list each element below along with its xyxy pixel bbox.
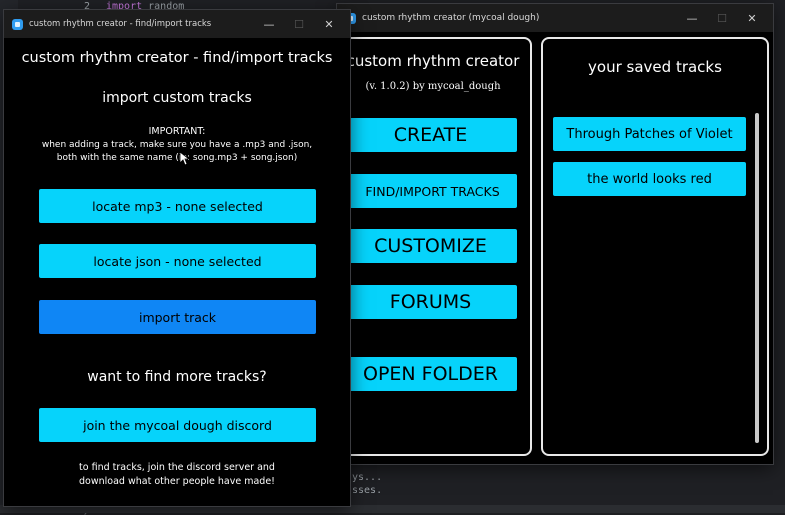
app-icon [12,18,23,30]
important-instruction: both with the same name (ie: song.mp3 + … [56,153,298,163]
app-title: custom rhythm creator [346,52,520,70]
close-icon[interactable]: ✕ [314,10,344,38]
footer-text: download what other people have made! [79,476,275,487]
find-import-tracks-button[interactable]: FIND/IMPORT TRACKS [348,174,517,208]
import-titlebar: custom rhythm creator - find/import trac… [4,10,350,38]
maximize-icon[interactable]: ☐ [707,4,737,32]
join-discord-button[interactable]: join the mycoal dough discord [39,408,316,442]
customize-button[interactable]: CUSTOMIZE [344,229,517,263]
locate-mp3-button[interactable]: locate mp3 - none selected [39,189,316,223]
console-output-line: ys... [352,472,383,483]
console-output-line: sses. [352,485,383,496]
import-track-button[interactable]: import track [39,300,316,334]
minimize-icon[interactable]: — [677,4,707,32]
main-menu-window: custom rhythm creator (mycoal dough) — ☐… [334,4,773,464]
menu-panel: custom rhythm creator (v. 1.0.2) by myco… [334,37,532,456]
saved-tracks-heading: your saved tracks [588,58,722,76]
mouse-cursor-icon [180,152,190,166]
import-tracks-window: custom rhythm creator - find/import trac… [4,10,350,506]
locate-json-button[interactable]: locate json - none selected [39,244,316,278]
version-label: (v. 1.0.2) by mycoal_dough [365,81,501,92]
import-subheader: import custom tracks [102,90,252,106]
open-folder-button[interactable]: OPEN FOLDER [344,357,517,391]
editor-status-bar [0,505,785,513]
footer-text: to find tracks, join the discord server … [79,462,275,473]
saved-tracks-scrollbar[interactable] [755,113,759,443]
saved-tracks-panel: your saved tracks Through Patches of Vio… [541,37,769,456]
window-title: custom rhythm creator (mycoal dough) [362,13,540,23]
close-icon[interactable]: ✕ [737,4,767,32]
saved-track-item[interactable]: the world looks red [553,162,746,196]
create-button[interactable]: CREATE [344,118,517,152]
import-window-header: custom rhythm creator - find/import trac… [21,50,333,66]
important-instruction: when adding a track, make sure you have … [41,140,313,150]
saved-track-item[interactable]: Through Patches of Violet [553,117,746,151]
minimize-icon[interactable]: — [254,10,284,38]
window-title: custom rhythm creator - find/import trac… [29,19,212,29]
important-label: IMPORTANT: [148,126,206,137]
maximize-icon[interactable]: ☐ [284,10,314,38]
forums-button[interactable]: FORUMS [344,285,517,319]
main-titlebar: custom rhythm creator (mycoal dough) — ☐… [337,4,773,32]
find-tracks-heading: want to find more tracks? [87,369,267,385]
